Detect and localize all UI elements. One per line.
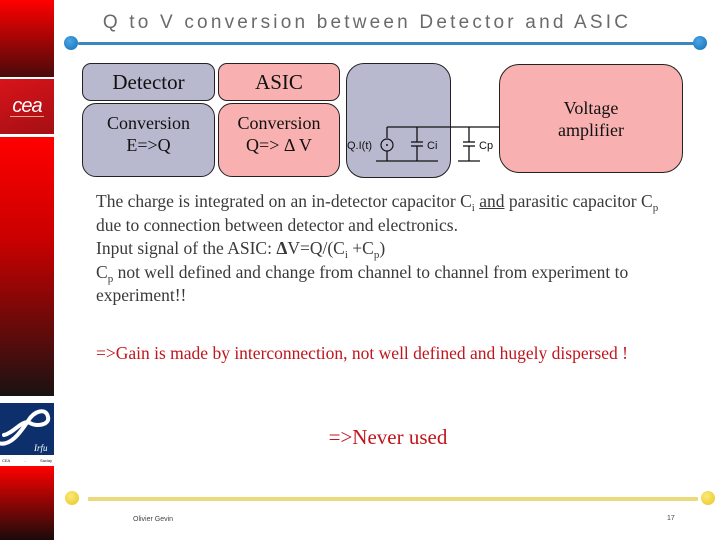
body-text: The charge is integrated on an in-detect… <box>96 190 676 308</box>
ci-label: Ci <box>427 140 437 152</box>
irfu-caption-mid: - <box>24 457 26 463</box>
asic-conversion-box: Conversion Q=> Δ V <box>218 103 340 177</box>
paragraph-cp-variation: Cp not well defined and change from chan… <box>96 261 676 308</box>
detector-conversion-line1: Conversion <box>107 113 190 133</box>
equivalent-circuit: Q.I(t) Ci Cp <box>347 126 500 162</box>
text: C <box>96 261 108 282</box>
amplifier-line1: Voltage <box>563 97 619 118</box>
subscript-i: i <box>471 202 475 214</box>
paragraph-input-signal: Input signal of the ASIC: ΔV=Q/(Ci +Cp) <box>96 237 676 261</box>
sidebar-band-bottom <box>0 466 54 540</box>
underlined-and: and <box>479 191 505 211</box>
slide-title: Q to V conversion between Detector and A… <box>102 12 632 33</box>
left-sidebar: cea Irfu CEA - Saclay <box>0 0 54 540</box>
title-rule-right-dot <box>693 36 707 50</box>
amplifier-line2: amplifier <box>558 119 624 140</box>
conclusion-gain: =>Gain is made by interconnection, not w… <box>96 343 628 363</box>
asic-conversion-line2: Q=> Δ V <box>246 135 312 155</box>
text: not well defined and change from channel… <box>96 261 629 306</box>
footer-rule <box>88 497 698 501</box>
sidebar-band-middle <box>0 137 54 396</box>
asic-header-box: ASIC <box>218 63 340 101</box>
asic-header-label: ASIC <box>255 69 303 94</box>
voltage-amplifier-box: Voltage amplifier <box>499 64 683 173</box>
conclusion-never-used: =>Never used <box>328 425 448 449</box>
irfu-caption: CEA - Saclay <box>0 455 54 465</box>
cea-logo: cea <box>0 79 54 134</box>
delta-symbol: Δ <box>276 238 288 258</box>
text: The charge is integrated on an in-detect… <box>96 191 472 211</box>
title-rule <box>78 42 705 45</box>
detector-conversion-line2: E=>Q <box>126 135 171 155</box>
text: V=Q/(C <box>287 238 345 258</box>
footer-rule-left-dot <box>65 491 79 505</box>
sidebar-band-top <box>0 0 54 77</box>
text: due to connection between detector and e… <box>96 214 458 235</box>
subscript-p: p <box>652 202 659 214</box>
paragraph-charge-integration: The charge is integrated on an in-detect… <box>96 190 676 237</box>
text: parasitic capacitor C <box>504 191 653 211</box>
asic-conversion-line1: Conversion <box>237 113 321 133</box>
source-label: Q.I(t) <box>347 140 372 152</box>
text: +C <box>347 238 374 258</box>
cea-logo-text: cea <box>10 95 44 117</box>
detector-conversion-box: Conversion E=>Q <box>82 103 215 177</box>
text: Input signal of the ASIC: <box>96 238 277 258</box>
irfu-caption-right: Saclay <box>39 457 52 463</box>
detector-header-label: Detector <box>112 69 185 94</box>
page-number: 17 <box>667 515 675 522</box>
cp-label: Cp <box>479 140 493 152</box>
current-source-dot <box>386 144 388 146</box>
text: ) <box>379 238 386 258</box>
irfu-caption-left: CEA <box>2 457 11 463</box>
footer-rule-right-dot <box>701 491 715 505</box>
detector-header-box: Detector <box>82 63 215 101</box>
title-rule-left-dot <box>64 36 78 50</box>
footer-author: Olivier Gevin <box>133 516 174 523</box>
